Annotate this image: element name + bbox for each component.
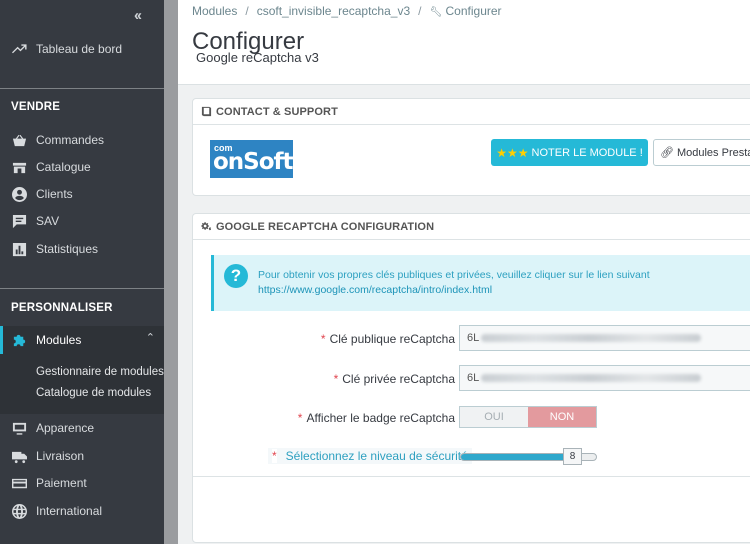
sidebar-item-orders[interactable]: Commandes	[0, 127, 164, 153]
slider-fill	[461, 454, 569, 460]
panel-heading: CONTACT & SUPPORT	[193, 99, 750, 125]
divider	[0, 288, 164, 289]
chat-icon	[11, 213, 27, 229]
sidebar-item-international[interactable]: International	[0, 498, 164, 524]
private-key-label: * Clé privée reCaptcha	[334, 372, 455, 386]
security-level-slider[interactable]: 8	[460, 448, 597, 465]
info-message: Pour obtenir vos propres clés publiques …	[258, 269, 650, 281]
basket-icon	[11, 132, 27, 148]
sidebar-item-label: Livraison	[36, 449, 85, 463]
book-icon	[201, 106, 212, 117]
page-subtitle: Google reCaptcha v3	[196, 50, 319, 65]
sidebar-item-label: Catalogue	[36, 160, 91, 174]
sidebar: ‹‹ Tableau de bord VENDRE Commandes Cata…	[0, 0, 164, 544]
rate-module-button[interactable]: ★★★ NOTER LE MODULE !	[491, 139, 648, 166]
bar-chart-icon	[11, 241, 27, 257]
chevron-up-icon: ⌃	[145, 332, 155, 344]
panel-heading-text: GOOGLE RECAPTCHA CONFIGURATION	[216, 220, 435, 233]
wrench-icon: 🔧︎	[429, 7, 443, 18]
public-key-input[interactable]: 6L	[459, 325, 750, 351]
double-chevron-left-icon[interactable]: ‹‹	[134, 7, 142, 24]
public-key-label: * Clé publique reCaptcha	[321, 332, 455, 346]
modules-prestashop-button[interactable]: 🔗︎ Modules Prestas	[653, 139, 750, 166]
truck-icon	[11, 448, 27, 464]
security-level-label: * Sélectionnez le niveau de sécurité	[268, 448, 472, 464]
trending-up-icon	[11, 41, 27, 57]
slider-value[interactable]: 8	[563, 448, 582, 465]
monitor-icon	[11, 420, 27, 436]
badge-label: * Afficher le badge reCaptcha	[298, 411, 455, 425]
sidebar-item-sav[interactable]: SAV	[0, 208, 164, 234]
sidebar-item-label: Apparence	[36, 421, 95, 435]
panel-heading: GOOGLE RECAPTCHA CONFIGURATION	[193, 214, 750, 240]
required-asterisk: *	[297, 411, 303, 425]
recaptcha-link[interactable]: https://www.google.com/recaptcha/intro/i…	[258, 284, 492, 296]
breadcrumb-item-current: Configurer	[445, 4, 502, 18]
sidebar-item-label: Clients	[36, 187, 73, 201]
stars-icon: ★★★	[496, 145, 529, 160]
sidebar-item-payment[interactable]: Paiement	[0, 470, 164, 496]
sidebar-item-customers[interactable]: Clients	[0, 181, 164, 207]
panel-heading-text: CONTACT & SUPPORT	[216, 105, 338, 118]
private-key-label-text: Clé privée reCaptcha	[342, 372, 455, 386]
sidebar-item-label: SAV	[36, 214, 60, 228]
breadcrumb-item[interactable]: Modules	[192, 4, 237, 18]
redacted-value	[481, 334, 702, 342]
toggle-yes[interactable]: OUI	[460, 407, 528, 427]
sidebar-item-dashboard[interactable]: Tableau de bord	[0, 36, 164, 62]
toggle-no[interactable]: NON	[528, 407, 596, 427]
info-text: Pour obtenir vos propres clés publiques …	[258, 268, 650, 298]
sidebar-item-label: Tableau de bord	[36, 42, 123, 56]
question-circle-icon: ?	[224, 264, 248, 288]
user-circle-icon	[11, 186, 27, 202]
page-header: Modules / csoft_invisible_recaptcha_v3/🔧︎ …	[178, 0, 750, 85]
sidebar-item-label: Commandes	[36, 133, 105, 147]
sidebar-item-appearance[interactable]: Apparence	[0, 415, 164, 441]
sidebar-item-label: International	[36, 504, 103, 518]
sidebar-item-stats[interactable]: Statistiques	[0, 236, 164, 262]
sidebar-item-modules[interactable]: Modules ⌃	[0, 326, 164, 354]
divider	[0, 88, 164, 89]
public-key-label-text: Clé publique reCaptcha	[329, 332, 455, 346]
private-key-value: 6L	[467, 372, 480, 384]
badge-toggle[interactable]: OUI NON	[459, 406, 597, 428]
sidebar-item-label: Statistiques	[36, 242, 99, 256]
link-icon: 🔗︎	[660, 147, 674, 159]
required-asterisk: *	[333, 372, 339, 386]
modules-submenu: Gestionnaire de modules Catalogue de mod…	[0, 354, 164, 414]
panel-footer-divider	[193, 476, 750, 477]
conSoft-logo[interactable]: com onSoft	[210, 140, 294, 178]
section-title-customize: PERSONNALISER	[11, 302, 113, 314]
globe-icon	[11, 503, 27, 519]
logo-text-main: onSoft	[213, 149, 294, 175]
section-title-sell: VENDRE	[11, 101, 61, 113]
store-icon	[11, 159, 27, 175]
private-key-input[interactable]: 6L	[459, 365, 750, 391]
recaptcha-config-panel: GOOGLE RECAPTCHA CONFIGURATION ? Pour ob…	[192, 213, 750, 543]
security-level-label-text: Sélectionnez le niveau de sécurité	[285, 449, 468, 463]
required-asterisk: *	[320, 332, 326, 346]
sidebar-scroll-gutter	[164, 0, 178, 544]
info-alert: ? Pour obtenir vos propres clés publique…	[211, 255, 750, 311]
sidebar-item-catalog[interactable]: Catalogue	[0, 154, 164, 180]
public-key-value: 6L	[467, 332, 480, 344]
redacted-value	[481, 374, 702, 382]
submenu-item-module-manager[interactable]: Gestionnaire de modules	[36, 366, 164, 378]
modules-button-label: Modules Prestas	[676, 146, 750, 159]
breadcrumb-item[interactable]: csoft_invisible_recaptcha_v3	[257, 4, 410, 18]
breadcrumb: Modules / csoft_invisible_recaptcha_v3/🔧︎ …	[192, 4, 502, 18]
cogs-icon	[201, 221, 212, 231]
credit-card-icon	[11, 475, 27, 491]
sidebar-item-shipping[interactable]: Livraison	[0, 443, 164, 469]
sidebar-item-label: Paiement	[36, 476, 87, 490]
contact-support-panel: CONTACT & SUPPORT com onSoft ★★★ NOTER L…	[192, 98, 750, 196]
badge-label-text: Afficher le badge reCaptcha	[306, 411, 455, 425]
submenu-item-module-catalog[interactable]: Catalogue de modules	[36, 387, 151, 399]
sidebar-item-label: Modules	[36, 333, 82, 347]
main-content: Modules / csoft_invisible_recaptcha_v3/🔧︎ …	[178, 0, 750, 544]
puzzle-icon	[11, 332, 27, 348]
required-asterisk: *	[272, 449, 277, 463]
rate-module-label: NOTER LE MODULE !	[531, 146, 643, 159]
